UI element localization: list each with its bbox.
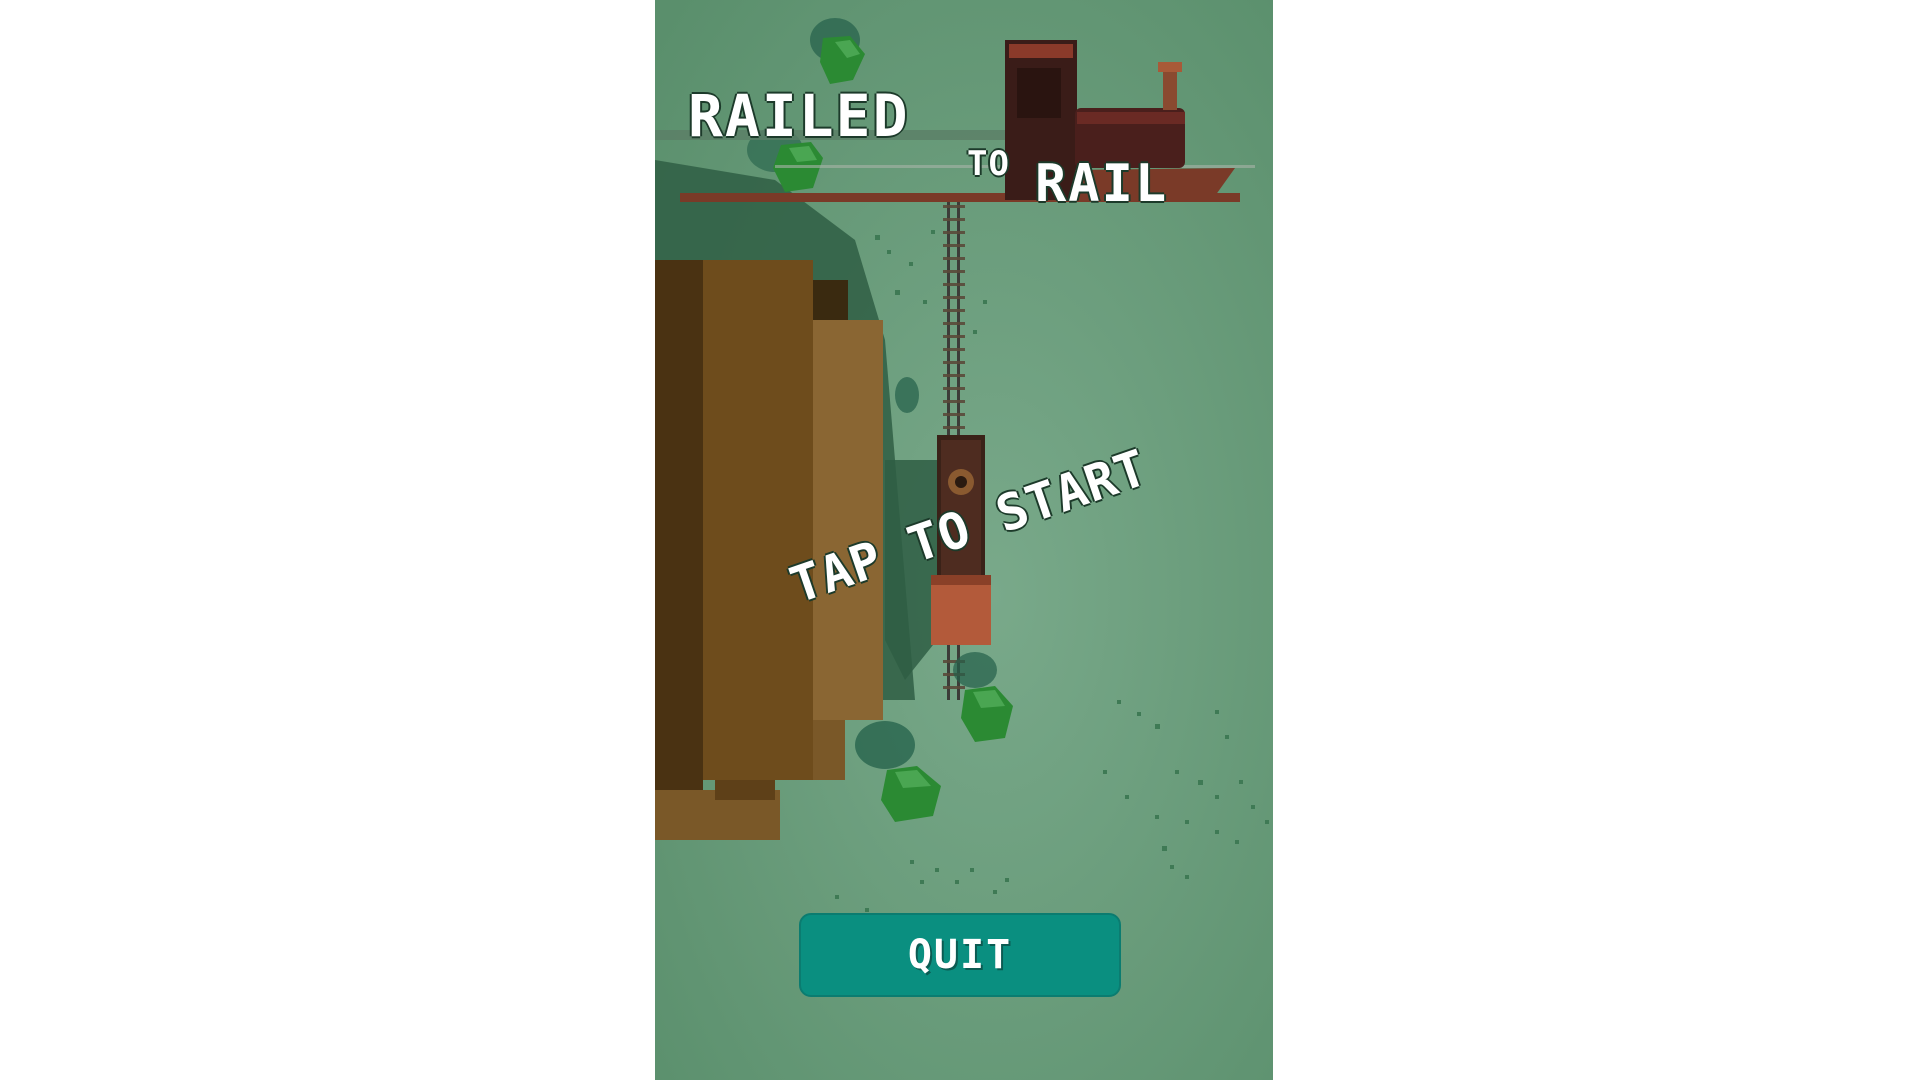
title-to: TO bbox=[967, 144, 1010, 184]
game-viewport[interactable]: RAILED TO RAIL TAP TO START QUIT bbox=[655, 0, 1273, 1080]
quit-button-label: QUIT bbox=[907, 932, 1013, 978]
title-rail: RAIL bbox=[1035, 154, 1169, 214]
title-railed: RAILED bbox=[688, 82, 910, 150]
quit-button[interactable]: QUIT bbox=[799, 913, 1121, 997]
